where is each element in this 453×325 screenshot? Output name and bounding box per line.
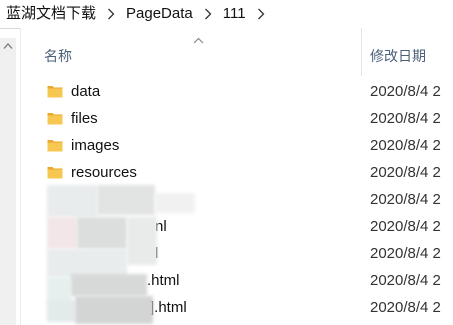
list-item[interactable]: images 2020/8/4 2 [21, 133, 453, 159]
file-name: .html [147, 272, 180, 289]
folder-icon [47, 86, 63, 98]
list-item[interactable]: data 2020/8/4 2 [21, 79, 453, 105]
breadcrumb-item[interactable]: 蓝湖文档下载 [0, 2, 98, 26]
breadcrumb-item[interactable]: PageData [124, 2, 195, 26]
file-date: 2020/8/4 2 [370, 191, 441, 208]
chevron-right-icon[interactable] [104, 8, 118, 20]
redaction-block [97, 185, 155, 215]
file-name: files [71, 110, 98, 127]
column-header-date[interactable]: 修改日期 [370, 46, 426, 66]
breadcrumb-item[interactable]: 111 [221, 2, 248, 26]
redaction-block [47, 185, 97, 217]
list-item[interactable]: resources 2020/8/4 2 [21, 160, 453, 186]
list-item[interactable]: files 2020/8/4 2 [21, 106, 453, 132]
file-name: data [71, 83, 101, 100]
redaction-block [75, 296, 153, 324]
file-name: resources [71, 164, 137, 181]
redaction-block [155, 193, 195, 213]
file-date: 2020/8/4 2 [370, 272, 441, 289]
file-date: 2020/8/4 2 [370, 218, 441, 235]
file-name: ].html [150, 299, 187, 316]
file-date: 2020/8/4 2 [370, 110, 441, 127]
column-header-name[interactable]: 名称 [44, 46, 72, 66]
folder-icon [47, 113, 63, 125]
redaction-block [77, 217, 127, 249]
column-header: 名称 修改日期 [21, 28, 453, 76]
redaction-block [127, 217, 157, 265]
folder-icon [47, 167, 63, 179]
file-date: 2020/8/4 2 [370, 137, 441, 154]
nav-scrollbar[interactable] [0, 38, 16, 325]
redaction-block [47, 300, 75, 322]
file-date: 2020/8/4 2 [370, 83, 441, 100]
folder-icon [47, 140, 63, 152]
file-explorer-window: 蓝湖文档下载 PageData 111 名称 修改日期 data 2020/8/… [0, 0, 453, 325]
redaction-block [47, 249, 127, 277]
chevron-right-icon[interactable] [254, 8, 268, 20]
redaction-block [47, 217, 77, 249]
column-separator[interactable] [361, 28, 362, 76]
file-date: 2020/8/4 2 [370, 299, 441, 316]
redaction-block [71, 274, 147, 296]
file-list: data 2020/8/4 2 files 2020/8/4 2 images … [21, 78, 453, 325]
file-name: images [71, 137, 120, 154]
sort-ascending-icon [193, 37, 204, 44]
scroll-up-arrow-icon[interactable] [3, 42, 13, 50]
file-date: 2020/8/4 2 [370, 164, 441, 181]
file-date: 2020/8/4 2 [370, 245, 441, 262]
chevron-right-icon[interactable] [201, 8, 215, 20]
address-bar[interactable]: 蓝湖文档下载 PageData 111 [0, 0, 453, 29]
